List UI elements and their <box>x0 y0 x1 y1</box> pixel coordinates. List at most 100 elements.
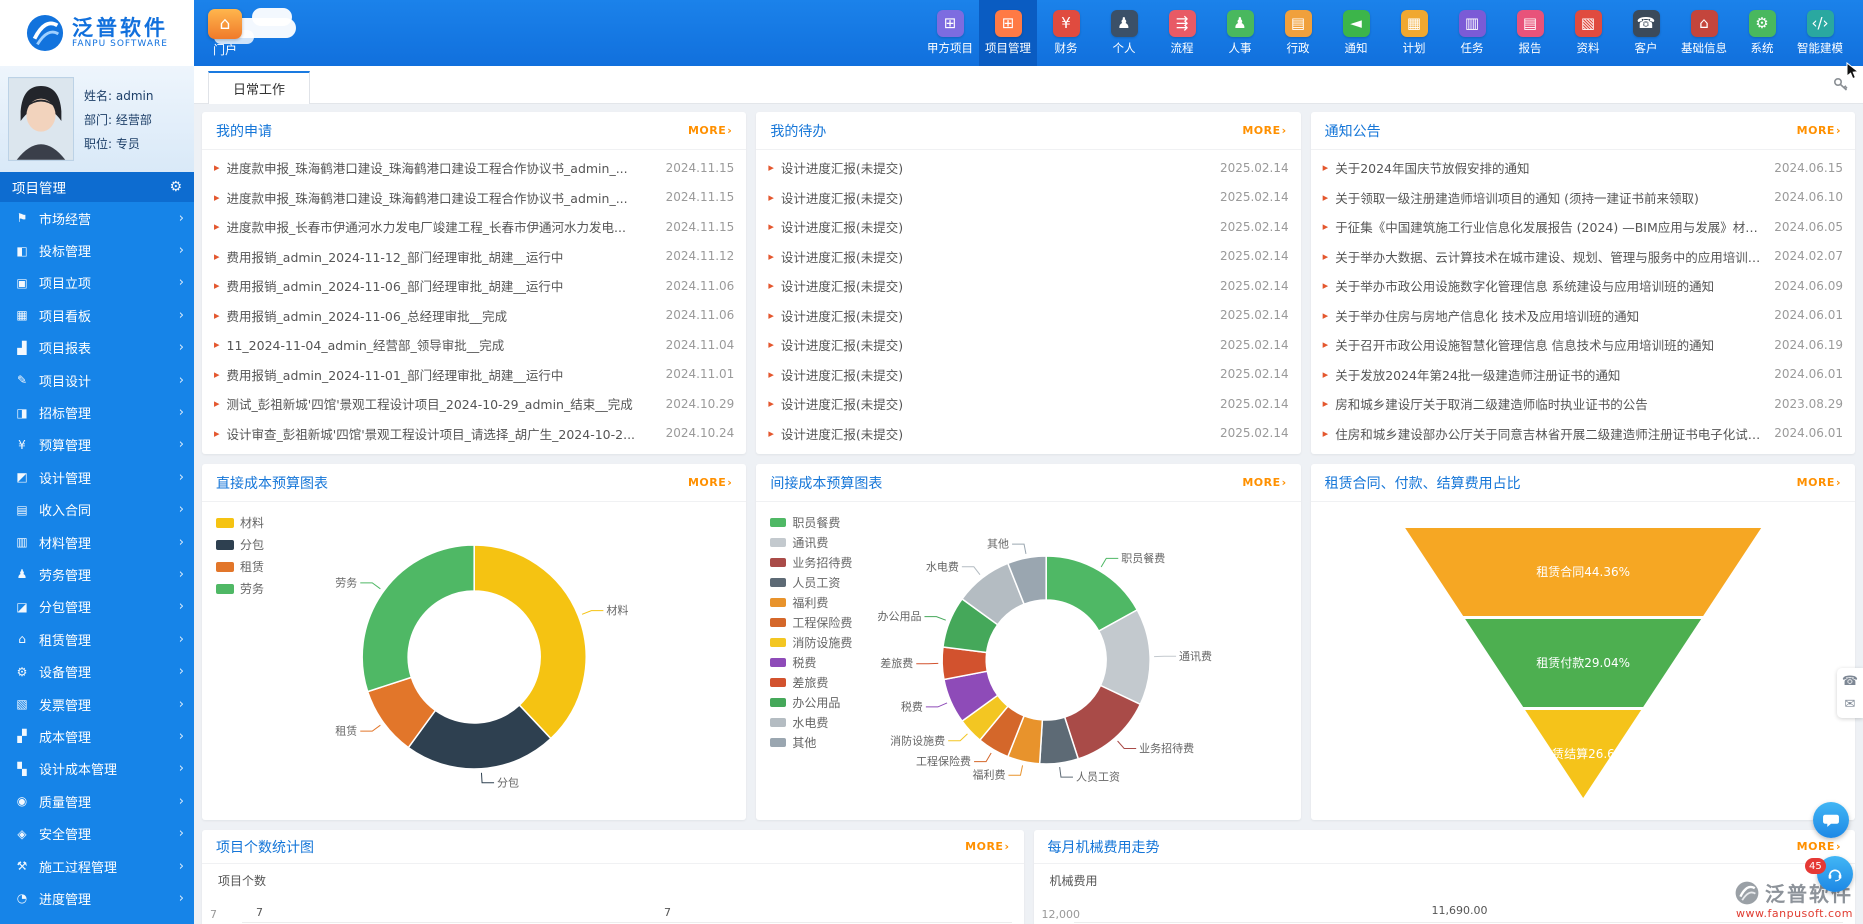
list-item[interactable]: ▸于征集《中国建筑施工行业信息化发展报告 (2024) —BIM应用与发展》材料… <box>1323 212 1843 242</box>
legend-item-差旅费[interactable]: 差旅费 <box>770 674 852 691</box>
list-item[interactable]: ▸测试_彭祖新城'四馆'景观工程设计项目_2024-10-29_admin_结束… <box>214 389 734 419</box>
sidebar-item-subcontract-management[interactable]: ◪分包管理› <box>0 591 194 623</box>
nav-item-plan[interactable]: ▦计划 <box>1385 0 1443 66</box>
more-link[interactable]: MORE› <box>965 840 1009 853</box>
legend-item-分包[interactable]: 分包 <box>216 536 264 553</box>
list-item[interactable]: ▸设计进度汇报(未提交)2025.02.14 <box>768 212 1288 242</box>
legend-item-劳务[interactable]: 劳务 <box>216 580 264 597</box>
chat-button[interactable] <box>1813 802 1849 838</box>
nav-item-base-info[interactable]: ⌂基础信息 <box>1675 0 1733 66</box>
nav-item-document[interactable]: ▧资料 <box>1559 0 1617 66</box>
more-link[interactable]: MORE› <box>1797 476 1841 489</box>
sidebar-item-quality-management[interactable]: ◉质量管理› <box>0 785 194 817</box>
sidebar-item-invoice-management[interactable]: ▧发票管理› <box>0 688 194 720</box>
list-item[interactable]: ▸关于举办大数据、云计算技术在城市建设、规划、管理与服务中的应用培训班...20… <box>1323 242 1843 272</box>
sidebar-item-equipment-management[interactable]: ⚙设备管理› <box>0 655 194 687</box>
nav-item-project-management[interactable]: ⊞项目管理 <box>979 0 1037 66</box>
pie-slice-劳务[interactable] <box>362 545 474 692</box>
legend-item-人员工资[interactable]: 人员工资 <box>770 574 852 591</box>
nav-item-client-project[interactable]: ⊞甲方项目 <box>921 0 979 66</box>
nav-item-workflow[interactable]: ⇶流程 <box>1153 0 1211 66</box>
list-item[interactable]: ▸费用报销_admin_2024-11-06_总经理审批__完成2024.11.… <box>214 301 734 331</box>
list-item[interactable]: ▸设计进度汇报(未提交)2025.02.14 <box>768 419 1288 449</box>
list-item[interactable]: ▸住房和城乡建设部办公厅关于同意吉林省开展二级建造师注册证书电子化试点...20… <box>1323 419 1843 449</box>
list-item[interactable]: ▸设计进度汇报(未提交)2025.02.14 <box>768 330 1288 360</box>
list-item[interactable]: ▸设计进度汇报(未提交)2025.02.14 <box>768 183 1288 213</box>
gear-icon[interactable]: ⚙ <box>169 179 182 195</box>
more-link[interactable]: MORE› <box>1242 124 1286 137</box>
legend-item-材料[interactable]: 材料 <box>216 514 264 531</box>
legend-item-水电费[interactable]: 水电费 <box>770 714 852 731</box>
legend-item-其他[interactable]: 其他 <box>770 734 852 751</box>
nav-item-administration[interactable]: ▤行政 <box>1269 0 1327 66</box>
nav-item-report[interactable]: ▤报告 <box>1501 0 1559 66</box>
sidebar-item-progress-management[interactable]: ◔进度管理› <box>0 882 194 914</box>
sidebar-item-construction-process[interactable]: ⚒施工过程管理› <box>0 850 194 882</box>
legend-item-税费[interactable]: 税费 <box>770 654 852 671</box>
list-item[interactable]: ▸关于召开市政公用设施智慧化管理信息 信息技术与应用培训班的通知2024.06.… <box>1323 330 1843 360</box>
sidebar-item-labor-management[interactable]: ♟劳务管理› <box>0 558 194 590</box>
customer-service-bar[interactable]: ☎ ✉ <box>1837 668 1863 718</box>
more-link[interactable]: MORE› <box>688 476 732 489</box>
list-item[interactable]: ▸关于举办市政公用设施数字化管理信息 系统建设与应用培训班的通知2024.06.… <box>1323 271 1843 301</box>
sidebar-item-safety-management[interactable]: ◈安全管理› <box>0 817 194 849</box>
legend-item-福利费[interactable]: 福利费 <box>770 594 852 611</box>
list-item[interactable]: ▸设计进度汇报(未提交)2025.02.14 <box>768 271 1288 301</box>
nav-item-finance[interactable]: ¥财务 <box>1037 0 1095 66</box>
list-item[interactable]: ▸设计进度汇报(未提交)2025.02.14 <box>768 301 1288 331</box>
pie-slice-材料[interactable] <box>474 545 586 739</box>
list-item[interactable]: ▸设计进度汇报(未提交)2025.02.14 <box>768 360 1288 390</box>
nav-item-hr[interactable]: ♟人事 <box>1211 0 1269 66</box>
mail-icon[interactable]: ✉ <box>1845 697 1856 712</box>
nav-item-management[interactable]: ☰管理 <box>1849 0 1863 66</box>
list-item[interactable]: ▸关于领取一级注册建造师培训项目的通知 (须持一建证书前来领取)2024.06.… <box>1323 183 1843 213</box>
list-item[interactable]: ▸进度款申报_珠海鹤港口建设_珠海鹤港口建设工程合作协议书_admin_...2… <box>214 183 734 213</box>
nav-item-notice[interactable]: ◄通知 <box>1327 0 1385 66</box>
list-item[interactable]: ▸设计审查_彭祖新城'四馆'景观工程设计项目_请选择_胡广生_2024-10-2… <box>214 419 734 449</box>
list-item[interactable]: ▸设计进度汇报(未提交)2025.02.14 <box>768 389 1288 419</box>
sidebar-item-bidding-management[interactable]: ◧投标管理› <box>0 234 194 266</box>
sidebar-item-cost-management[interactable]: ▞成本管理› <box>0 720 194 752</box>
legend-item-通讯费[interactable]: 通讯费 <box>770 534 852 551</box>
list-item[interactable]: ▸进度款申报_珠海鹤港口建设_珠海鹤港口建设工程合作协议书_admin_...2… <box>214 153 734 183</box>
legend-item-租赁[interactable]: 租赁 <box>216 558 264 575</box>
list-item[interactable]: ▸关于发放2024年第24批一级建造师注册证书的通知2024.06.01 <box>1323 360 1843 390</box>
list-item[interactable]: ▸费用报销_admin_2024-11-01_部门经理审批_胡建__运行中202… <box>214 360 734 390</box>
sidebar-item-income-contract[interactable]: ▤收入合同› <box>0 494 194 526</box>
nav-item-customer[interactable]: ☎客户 <box>1617 0 1675 66</box>
list-item[interactable]: ▸11_2024-11-04_admin_经营部_领导审批__完成2024.11… <box>214 330 734 360</box>
sidebar-item-project-report[interactable]: ▟项目报表› <box>0 332 194 364</box>
nav-item-task[interactable]: ▥任务 <box>1443 0 1501 66</box>
list-item[interactable]: ▸设计进度汇报(未提交)2025.02.14 <box>768 242 1288 272</box>
more-link[interactable]: MORE› <box>1797 840 1841 853</box>
tab-daily-work[interactable]: 日常工作 <box>208 71 310 104</box>
sidebar-item-design-management[interactable]: ◩设计管理› <box>0 461 194 493</box>
more-link[interactable]: MORE› <box>1797 124 1841 137</box>
sidebar-item-project-initiation[interactable]: ▣项目立项› <box>0 267 194 299</box>
sidebar-item-market-operation[interactable]: ⚑市场经营› <box>0 202 194 234</box>
list-item[interactable]: ▸关于2024年国庆节放假安排的通知2024.06.15 <box>1323 153 1843 183</box>
nav-item-system[interactable]: ⚙系统 <box>1733 0 1791 66</box>
legend-item-消防设施费[interactable]: 消防设施费 <box>770 634 852 651</box>
legend-item-工程保险费[interactable]: 工程保险费 <box>770 614 852 631</box>
legend-item-业务招待费[interactable]: 业务招待费 <box>770 554 852 571</box>
phone-icon[interactable]: ☎ <box>1842 674 1858 689</box>
nav-item-portal[interactable]: ⌂ 门户 <box>208 0 242 66</box>
nav-item-personal[interactable]: ♟个人 <box>1095 0 1153 66</box>
nav-item-modeling[interactable]: ‹/›智能建模 <box>1791 0 1849 66</box>
legend-item-职员餐费[interactable]: 职员餐费 <box>770 514 852 531</box>
sidebar-item-project-design[interactable]: ✎项目设计› <box>0 364 194 396</box>
list-item[interactable]: ▸费用报销_admin_2024-11-12_部门经理审批_胡建__运行中202… <box>214 242 734 272</box>
sidebar-item-budget-management[interactable]: ¥预算管理› <box>0 429 194 461</box>
sidebar-item-material-management[interactable]: ▥材料管理› <box>0 526 194 558</box>
sidebar-item-tender-management[interactable]: ◨招标管理› <box>0 396 194 428</box>
sidebar-item-rental-management[interactable]: ⌂租赁管理› <box>0 623 194 655</box>
service-button[interactable]: 45 <box>1817 856 1853 892</box>
more-link[interactable]: MORE› <box>1242 476 1286 489</box>
list-item[interactable]: ▸进度款申报_长春市伊通河水力发电厂竣建工程_长春市伊通河水力发电...2024… <box>214 212 734 242</box>
sidebar-item-certificate-management[interactable]: ▣证件管理› <box>0 915 194 924</box>
more-link[interactable]: MORE› <box>688 124 732 137</box>
list-item[interactable]: ▸关于举办住房与房地产信息化 技术及应用培训班的通知2024.06.01 <box>1323 301 1843 331</box>
list-item[interactable]: ▸费用报销_admin_2024-11-06_部门经理审批_胡建__运行中202… <box>214 271 734 301</box>
list-item[interactable]: ▸房和城乡建设厅关于取消二级建造师临时执业证书的公告2023.08.29 <box>1323 389 1843 419</box>
